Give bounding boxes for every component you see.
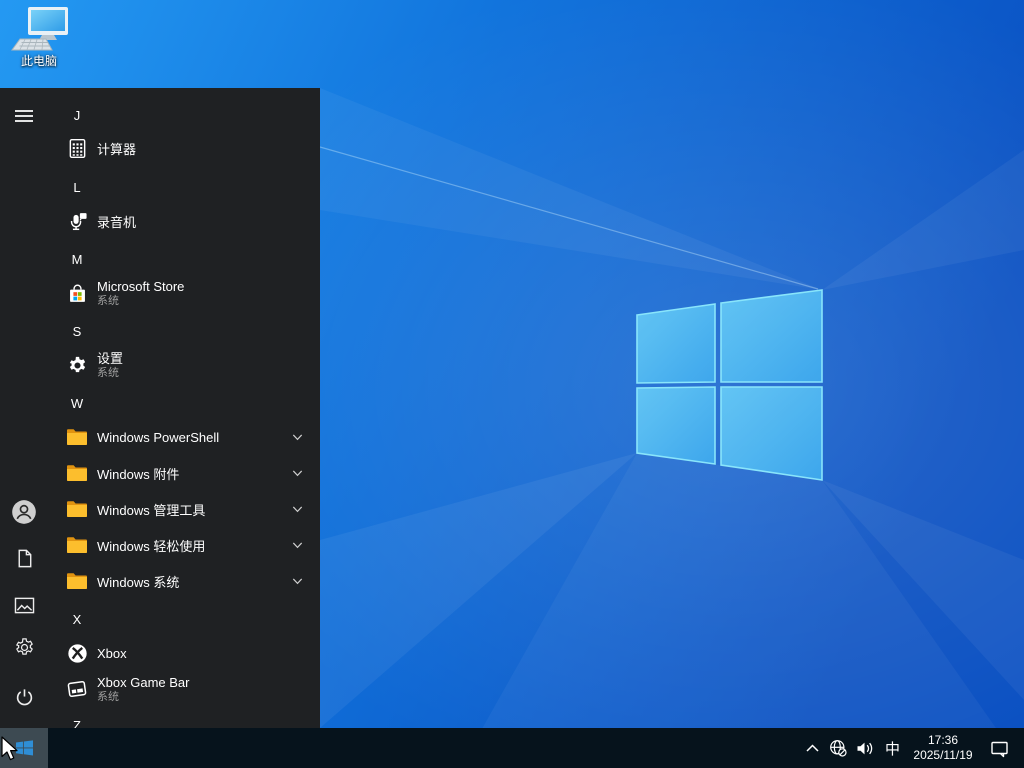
item-sublabel: 系统 — [97, 294, 119, 307]
item-label: Windows 系统 — [97, 574, 180, 590]
item-label: Xbox — [97, 645, 127, 661]
item-sublabel: 系统 — [97, 690, 119, 703]
section-letter-label: S — [72, 323, 82, 339]
clock-date: 2025/11/19 — [913, 748, 973, 762]
voice-recorder-icon — [66, 210, 88, 232]
start-menu-item-xbox-game-bar[interactable]: Xbox Game Bar 系统 — [48, 667, 320, 711]
windows-start-icon — [15, 740, 33, 756]
hamburger-menu-icon — [15, 110, 33, 122]
section-letter-J[interactable]: J — [48, 99, 320, 131]
item-label: Windows 管理工具 — [97, 502, 206, 518]
taskbar-clock[interactable]: 17:36 2025/11/19 — [906, 728, 980, 768]
folder-icon — [66, 498, 88, 520]
start-menu-item-windows-ease-of-access[interactable]: Windows 轻松使用 — [48, 527, 320, 563]
start-menu-rail — [0, 88, 48, 728]
show-hidden-icons-button[interactable] — [800, 728, 824, 768]
section-letter-label: M — [71, 251, 83, 267]
item-label: Xbox Game Bar — [97, 674, 190, 690]
this-pc-label: 此电脑 — [20, 54, 57, 68]
gear-icon — [14, 637, 35, 658]
power-button[interactable] — [0, 673, 48, 721]
item-label: 设置 — [97, 350, 124, 366]
start-menu-item-microsoft-store[interactable]: Microsoft Store 系统 — [48, 271, 320, 315]
desktop-icon-this-pc[interactable]: 此电脑 — [5, 6, 73, 68]
power-icon — [14, 687, 35, 708]
network-status-button[interactable] — [824, 728, 851, 768]
folder-icon — [66, 570, 88, 592]
action-center-icon — [990, 739, 1009, 758]
section-letter-label: W — [70, 395, 84, 411]
speaker-icon — [856, 740, 874, 757]
settings-button[interactable] — [0, 623, 48, 671]
calculator-icon — [66, 137, 88, 159]
user-icon — [11, 499, 37, 525]
start-menu: J 计算器 L 录音机 M Microsoft Store 系统 S 设置 系统 W Windows … — [0, 88, 320, 728]
section-letter-label: J — [73, 107, 81, 123]
chevron-down-icon[interactable] — [291, 539, 304, 552]
pictures-icon — [14, 596, 35, 615]
item-label: 计算器 — [97, 141, 137, 157]
xbox-game-bar-icon — [66, 678, 88, 700]
start-menu-item-windows-admin-tools[interactable]: Windows 管理工具 — [48, 491, 320, 527]
expand-menu-button[interactable] — [0, 92, 48, 140]
start-menu-item-settings[interactable]: 设置 系统 — [48, 343, 320, 387]
chevron-down-icon[interactable] — [291, 431, 304, 444]
section-letter-Z[interactable]: Z — [48, 709, 320, 729]
section-letter-X[interactable]: X — [48, 603, 320, 635]
start-button[interactable] — [0, 728, 48, 768]
ime-indicator[interactable]: 中 — [879, 728, 906, 768]
user-account-button[interactable] — [0, 488, 48, 536]
item-label: Windows 附件 — [97, 466, 180, 482]
this-pc-icon — [11, 7, 68, 51]
clock-time: 17:36 — [927, 733, 959, 747]
system-tray: 中 17:36 2025/11/19 — [800, 728, 1024, 768]
action-center-button[interactable] — [980, 728, 1018, 768]
start-menu-item-xbox[interactable]: Xbox — [48, 635, 320, 671]
microsoft-store-icon — [66, 282, 88, 304]
volume-button[interactable] — [851, 728, 879, 768]
chevron-down-icon[interactable] — [291, 503, 304, 516]
section-letter-label: Z — [73, 717, 81, 729]
taskbar[interactable]: 中 17:36 2025/11/19 — [0, 728, 1024, 768]
item-label: Windows PowerShell — [97, 429, 220, 445]
item-sublabel: 系统 — [97, 366, 119, 379]
section-letter-label: L — [73, 179, 81, 195]
chevron-down-icon[interactable] — [291, 467, 304, 480]
document-icon — [14, 548, 35, 569]
folder-icon — [66, 462, 88, 484]
section-letter-W[interactable]: W — [48, 387, 320, 419]
chevron-down-icon[interactable] — [291, 575, 304, 588]
section-letter-label: X — [72, 611, 82, 627]
start-menu-item-windows-accessories[interactable]: Windows 附件 — [48, 455, 320, 491]
globe-no-network-icon — [829, 739, 847, 757]
section-letter-L[interactable]: L — [48, 171, 320, 203]
documents-button[interactable] — [0, 534, 48, 582]
folder-icon — [66, 426, 88, 448]
start-menu-item-windows-powershell[interactable]: Windows PowerShell — [48, 419, 320, 455]
item-label: Microsoft Store — [97, 278, 185, 294]
ime-label: 中 — [884, 740, 900, 758]
item-label: 录音机 — [97, 214, 137, 230]
item-label: Windows 轻松使用 — [97, 538, 206, 554]
chevron-up-icon — [805, 744, 819, 752]
start-menu-item-calculator[interactable]: 计算器 — [48, 130, 320, 166]
folder-icon — [66, 534, 88, 556]
pictures-button[interactable] — [0, 581, 48, 629]
xbox-icon — [66, 642, 88, 664]
start-menu-item-windows-system[interactable]: Windows 系统 — [48, 563, 320, 599]
gear-filled-icon — [66, 354, 88, 376]
start-menu-item-voice-recorder[interactable]: 录音机 — [48, 203, 320, 239]
start-menu-app-list: J 计算器 L 录音机 M Microsoft Store 系统 S 设置 系统 W Windows … — [48, 88, 320, 728]
